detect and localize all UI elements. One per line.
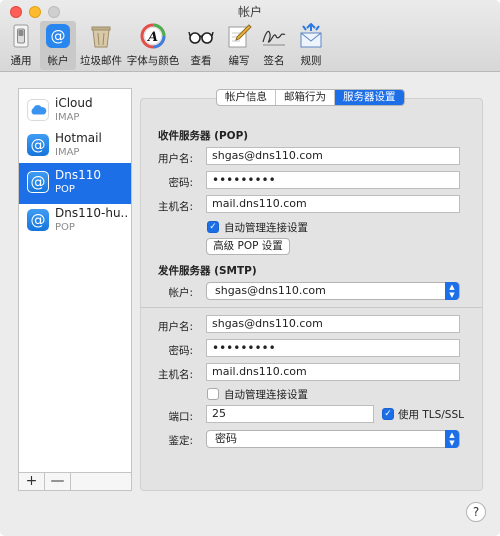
toolbar-fonts-colors[interactable]: A 字体与颜色 xyxy=(126,21,180,70)
toolbar-rules[interactable]: 规则 xyxy=(294,21,328,70)
font-palette-icon: A xyxy=(140,23,166,49)
outgoing-host-label: 主机名: xyxy=(157,369,193,381)
incoming-username-label: 用户名: xyxy=(157,153,193,165)
account-name: iCloud xyxy=(55,96,93,110)
account-type: IMAP xyxy=(55,147,80,158)
incoming-password-field[interactable]: ••••••••• xyxy=(206,171,460,189)
toolbar-label: 帐户 xyxy=(47,55,69,67)
outgoing-account-label: 帐户: xyxy=(168,287,193,299)
at-sign-icon: @ xyxy=(27,209,49,231)
outgoing-auto-manage-checkbox[interactable] xyxy=(207,388,219,400)
toolbar-accounts[interactable]: @ 帐户 xyxy=(40,21,76,70)
svg-text:@: @ xyxy=(51,27,66,45)
section-divider xyxy=(141,307,482,308)
signature-icon xyxy=(262,30,286,46)
outgoing-server-heading: 发件服务器 (SMTP) xyxy=(158,265,257,277)
account-item-dns110-hu[interactable]: @ Dns110-hu... POP xyxy=(19,201,131,242)
incoming-auto-manage-label: 自动管理连接设置 xyxy=(224,222,308,234)
svg-text:A: A xyxy=(146,30,158,45)
light-switch-icon xyxy=(13,24,29,48)
tls-ssl-checkbox[interactable]: ✓ xyxy=(382,408,394,420)
toolbar-signatures[interactable]: 签名 xyxy=(258,21,290,70)
authentication-popup[interactable]: 密码 ▲ ▼ xyxy=(206,430,460,448)
toolbar-viewing[interactable]: 查看 xyxy=(184,21,218,70)
tab-server-settings[interactable]: 服务器设置 xyxy=(335,90,404,105)
toolbar-label: 查看 xyxy=(190,55,212,67)
port-field[interactable]: 25 xyxy=(206,405,374,423)
account-name: Hotmail xyxy=(55,131,102,145)
port-label: 端口: xyxy=(168,411,193,423)
envelope-arrows-icon xyxy=(300,23,322,48)
account-type: POP xyxy=(55,184,75,195)
outgoing-account-popup[interactable]: shgas@dns110.com ▲ ▼ xyxy=(206,282,460,300)
account-item-dns110[interactable]: @ Dns110 POP xyxy=(19,163,131,204)
incoming-auto-manage-checkbox[interactable]: ✓ xyxy=(207,221,219,233)
authentication-value: 密码 xyxy=(215,432,237,445)
account-type: POP xyxy=(55,222,75,233)
account-name: Dns110-hu... xyxy=(55,206,129,220)
incoming-password-label: 密码: xyxy=(168,177,193,189)
advanced-pop-settings-button[interactable]: 高级 POP 设置 xyxy=(206,238,290,255)
remove-account-button[interactable]: — xyxy=(45,473,71,490)
account-item-hotmail[interactable]: @ Hotmail IMAP xyxy=(19,126,131,167)
at-sign-icon: @ xyxy=(46,24,70,48)
pencil-paper-icon xyxy=(228,24,252,48)
toolbar-label: 编写 xyxy=(228,55,250,67)
tab-account-info[interactable]: 帐户信息 xyxy=(217,90,276,105)
tab-bar: 帐户信息 邮箱行为 服务器设置 xyxy=(216,89,405,106)
outgoing-account-value: shgas@dns110.com xyxy=(215,284,326,297)
trash-bin-icon xyxy=(91,26,111,48)
add-account-button[interactable]: + xyxy=(19,473,45,490)
authentication-label: 鉴定: xyxy=(168,435,193,447)
outgoing-username-label: 用户名: xyxy=(157,321,193,333)
toolbar-label: 垃圾邮件 xyxy=(80,55,122,67)
tls-ssl-label: 使用 TLS/SSL xyxy=(398,409,464,421)
toolbar-label: 通用 xyxy=(10,55,32,67)
preferences-window: 帐户 通用 @ 帐户 垃圾邮件 A 字体与颜色 查看 编写 签名 规则 iClo… xyxy=(0,0,500,536)
accounts-list: iCloud IMAP @ Hotmail IMAP @ Dns110 POP … xyxy=(18,88,132,473)
toolbar-composing[interactable]: 编写 xyxy=(222,21,256,70)
outgoing-host-field[interactable]: mail.dns110.com xyxy=(206,363,460,381)
account-type: IMAP xyxy=(55,112,80,123)
incoming-server-heading: 收件服务器 (POP) xyxy=(158,130,249,142)
outgoing-username-field[interactable]: shgas@dns110.com xyxy=(206,315,460,333)
toolbar-general[interactable]: 通用 xyxy=(5,21,37,70)
window-title: 帐户 xyxy=(237,5,262,19)
eyeglasses-icon xyxy=(188,31,214,44)
toolbar-label: 字体与颜色 xyxy=(126,55,180,67)
tab-mailbox-behaviors[interactable]: 邮箱行为 xyxy=(276,90,335,105)
toolbar-label: 签名 xyxy=(263,55,285,67)
toolbar-junk-mail[interactable]: 垃圾邮件 xyxy=(78,21,124,70)
outgoing-auto-manage-label: 自动管理连接设置 xyxy=(224,389,308,401)
toolbar-label: 规则 xyxy=(300,55,322,67)
incoming-host-label: 主机名: xyxy=(157,201,193,213)
title-bar: 帐户 通用 @ 帐户 垃圾邮件 A 字体与颜色 查看 编写 签名 规则 xyxy=(0,0,500,72)
incoming-host-field[interactable]: mail.dns110.com xyxy=(206,195,460,213)
outgoing-password-field[interactable]: ••••••••• xyxy=(206,339,460,357)
help-button[interactable]: ? xyxy=(466,502,486,522)
cloud-icon xyxy=(27,99,49,121)
at-sign-icon: @ xyxy=(27,134,49,156)
accounts-list-toolbar: + — xyxy=(18,473,132,491)
account-name: Dns110 xyxy=(55,168,102,182)
outgoing-password-label: 密码: xyxy=(168,345,193,357)
at-sign-icon: @ xyxy=(27,171,49,193)
incoming-username-field[interactable]: shgas@dns110.com xyxy=(206,147,460,165)
chevron-updown-icon: ▲ ▼ xyxy=(445,430,459,448)
chevron-updown-icon: ▲ ▼ xyxy=(445,282,459,300)
